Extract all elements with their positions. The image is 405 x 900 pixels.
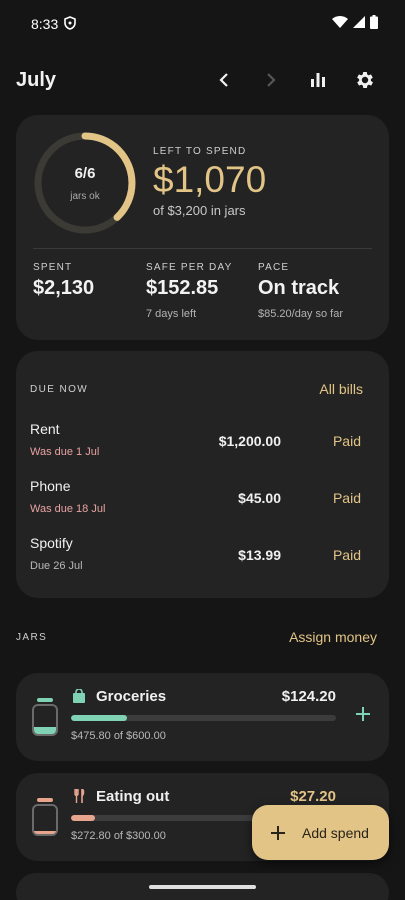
add-spend-label: Add spend <box>302 824 369 841</box>
ring-value: 6/6 <box>74 164 96 182</box>
left-to-spend-label: LEFT TO SPEND <box>153 146 247 157</box>
jar-remaining-amount: $27.20 <box>290 788 336 805</box>
bill-due-date: Due 26 Jul <box>30 560 83 572</box>
assign-money-link[interactable]: Assign money <box>289 629 377 645</box>
wifi-icon <box>332 15 348 33</box>
bill-status: Paid <box>332 433 361 449</box>
due-now-card: DUE NOW All bills Rent Was due 1 Jul $1,… <box>16 351 389 598</box>
divider <box>33 248 372 249</box>
bar-chart-icon <box>311 73 325 87</box>
bill-amount: $1,200.00 <box>218 433 281 449</box>
stat-label: PACE <box>258 262 290 273</box>
left-to-spend-subtitle: of $3,200 in jars <box>153 203 246 218</box>
chevron-right-icon <box>267 73 276 87</box>
bill-status: Paid <box>332 547 361 563</box>
ring-subtitle: jars ok <box>70 190 100 202</box>
jar-icon <box>32 698 58 736</box>
jar-progress-fill <box>71 715 127 721</box>
chevron-left-icon <box>219 73 228 87</box>
signal-icon <box>353 15 365 33</box>
bill-name: Spotify <box>30 535 73 551</box>
shield-icon <box>64 15 77 33</box>
jar-remaining-amount: $124.20 <box>281 688 336 705</box>
bill-row[interactable]: Phone Was due 18 Jul $45.00 Paid <box>30 478 361 522</box>
due-now-label: DUE NOW <box>30 384 89 395</box>
jar-spent-summary: $272.80 of $300.00 <box>71 830 166 842</box>
stat-label: SPENT <box>33 262 73 273</box>
stat-value: $152.85 <box>146 277 219 299</box>
status-bar: 8:33 <box>0 0 405 48</box>
stat-subtitle: $85.20/day so far <box>258 308 344 320</box>
stat-pace: PACE On track $85.20/day so far <box>258 262 343 320</box>
bill-amount: $13.99 <box>238 547 281 563</box>
stat-value: $2,130 <box>33 277 95 299</box>
previous-month-button[interactable] <box>206 62 242 98</box>
plus-icon <box>271 825 285 840</box>
utensils-icon <box>74 789 85 803</box>
gear-icon <box>357 72 373 88</box>
app-header: July <box>0 56 405 104</box>
home-indicator[interactable] <box>149 885 256 889</box>
bill-row[interactable]: Spotify Due 26 Jul $13.99 Paid <box>30 535 361 579</box>
battery-icon <box>370 14 378 34</box>
stat-spent: SPENT $2,130 <box>33 262 94 300</box>
month-title: July <box>16 68 57 91</box>
jar-progress-fill <box>71 815 95 821</box>
bill-amount: $45.00 <box>238 490 281 506</box>
stat-safe-per-day: SAFE PER DAY $152.85 7 days left <box>146 262 232 320</box>
left-to-spend-amount: $1,070 <box>153 159 267 200</box>
jar-name: Groceries <box>96 688 167 705</box>
add-to-jar-icon[interactable] <box>355 706 371 722</box>
stat-label: SAFE PER DAY <box>146 262 233 273</box>
jar-icon <box>32 798 58 836</box>
add-spend-button[interactable]: Add spend <box>252 805 389 860</box>
bill-name: Phone <box>30 478 71 494</box>
bill-row[interactable]: Rent Was due 1 Jul $1,200.00 Paid <box>30 421 361 465</box>
settings-button[interactable] <box>347 62 383 98</box>
summary-card: 6/6 jars ok LEFT TO SPEND $1,070 of $3,2… <box>16 115 389 340</box>
bill-due-date: Was due 1 Jul <box>30 446 100 458</box>
stats-button[interactable] <box>300 62 336 98</box>
jar-progress-track <box>71 715 336 721</box>
status-time: 8:33 <box>31 16 59 32</box>
next-month-button[interactable] <box>253 62 289 98</box>
bill-status: Paid <box>332 490 361 506</box>
stat-subtitle: 7 days left <box>146 308 197 320</box>
bill-name: Rent <box>30 421 60 437</box>
jar-name: Eating out <box>96 788 170 805</box>
bill-due-date: Was due 18 Jul <box>30 503 106 515</box>
jar-spent-summary: $475.80 of $600.00 <box>71 730 166 742</box>
shopping-bag-icon <box>73 689 85 703</box>
jars-label: JARS <box>16 632 48 643</box>
stat-value: On track <box>258 277 340 299</box>
jar-card-groceries[interactable]: Groceries $124.20 $475.80 of $600.00 <box>16 673 389 761</box>
all-bills-link[interactable]: All bills <box>319 381 363 397</box>
